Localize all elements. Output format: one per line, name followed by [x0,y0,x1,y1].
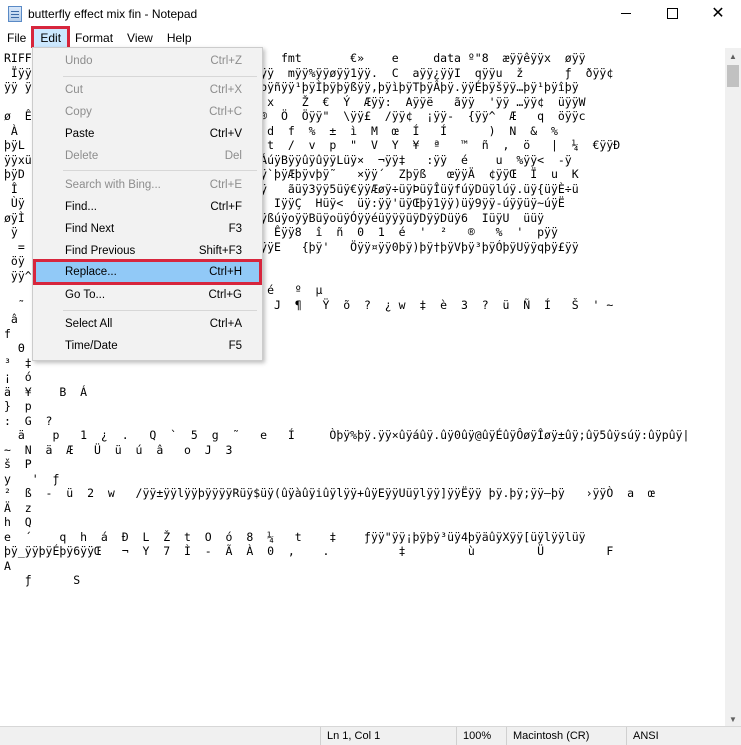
window-title: butterfly effect mix fin - Notepad [28,6,198,21]
menu-item-goto[interactable]: Go To... Ctrl+G [33,284,262,306]
minimize-button[interactable] [603,0,649,27]
text-line: : G ? [4,413,53,428]
menu-item-delete[interactable]: Delete Del [33,145,262,167]
menu-item-time-date[interactable]: Time/Date F5 [33,335,262,357]
text-line: þÿ_ÿÿþÿÉþÿ6ÿÿŒ ¬ Y 7 Ì - Ã À 0 , . ‡ ù Ü… [4,544,614,558]
menu-help[interactable]: Help [160,28,199,48]
menu-format[interactable]: Format [68,28,120,48]
text-line: ~ N ä Æ Ü ü ú â o J 3 [4,442,233,457]
text-line: ä ¥ B Á [4,384,88,399]
menu-separator [63,310,257,311]
menu-separator [63,76,257,77]
menu-item-replace[interactable]: Replace... Ctrl+H [33,259,262,285]
text-line: ¡ ó [4,370,32,384]
text-line: š P [4,457,32,471]
menu-item-cut[interactable]: Cut Ctrl+X [33,79,262,101]
maximize-icon [666,8,678,19]
status-bar: Ln 1, Col 1 100% Macintosh (CR) ANSI [0,726,741,745]
edit-menu-dropdown: Undo Ctrl+Z Cut Ctrl+X Copy Ctrl+C Paste… [32,47,263,361]
text-line: ä p 1 ¿ . Q ` 5 g ˜ e Í Òþÿ%þÿ.ÿÿ×ûÿáûÿ.… [4,428,690,442]
window-controls: ✕ [603,0,741,27]
menu-separator [63,170,257,171]
close-icon: ✕ [711,4,725,22]
text-line: ² ß - ü 2 w /ÿÿ±ÿÿlÿÿþÿÿÿÿRüÿ$üÿ(ûÿàûÿiû… [4,486,655,500]
text-line: ÿÿ^ [4,268,32,283]
menu-bar: File Edit Format View Help [0,26,741,50]
menu-item-find-previous[interactable]: Find Previous Shift+F3 [33,240,262,262]
zoom-level: 100% [456,727,491,745]
notepad-icon [8,5,22,22]
menu-item-copy[interactable]: Copy Ctrl+C [33,101,262,123]
encoding: ANSI [626,727,659,745]
text-line: ³ ‡ [4,355,32,370]
text-line: â [4,312,18,326]
scroll-thumb[interactable] [727,65,739,87]
menu-file[interactable]: File [0,28,33,48]
text-line: Θ [4,341,25,355]
text-line: Ä z [4,500,32,515]
text-line: } p [4,399,32,413]
menu-item-find-next[interactable]: Find Next F3 [33,218,262,240]
menu-item-paste[interactable]: Paste Ctrl+V [33,123,262,145]
maximize-button[interactable] [649,0,695,27]
line-ending: Macintosh (CR) [506,727,589,745]
text-line: e ´ q h á Ð L Ž t O ó 8 ¼ t ‡ ƒÿÿ"ÿÿ¡þÿþ… [4,529,586,544]
text-line: A [4,558,11,573]
text-line: öÿ [4,254,25,268]
menu-view[interactable]: View [120,28,160,48]
vertical-scrollbar[interactable]: ▲ ▼ [725,48,741,727]
title-bar: butterfly effect mix fin - Notepad ✕ [0,0,741,27]
text-line: ƒ S [4,573,81,587]
close-button[interactable]: ✕ [695,0,741,27]
minimize-icon [621,13,631,14]
scroll-up-icon[interactable]: ▲ [725,48,741,64]
cursor-position: Ln 1, Col 1 [320,727,380,745]
menu-edit[interactable]: Edit [31,26,71,50]
scroll-down-icon[interactable]: ▼ [725,711,741,727]
menu-item-find[interactable]: Find... Ctrl+F [33,196,262,218]
text-line: h Q [4,515,32,529]
menu-item-select-all[interactable]: Select All Ctrl+A [33,313,262,335]
menu-item-undo[interactable]: Undo Ctrl+Z [33,50,262,72]
menu-item-search-bing[interactable]: Search with Bing... Ctrl+E [33,174,262,196]
text-line: y ' ƒ [4,471,60,486]
